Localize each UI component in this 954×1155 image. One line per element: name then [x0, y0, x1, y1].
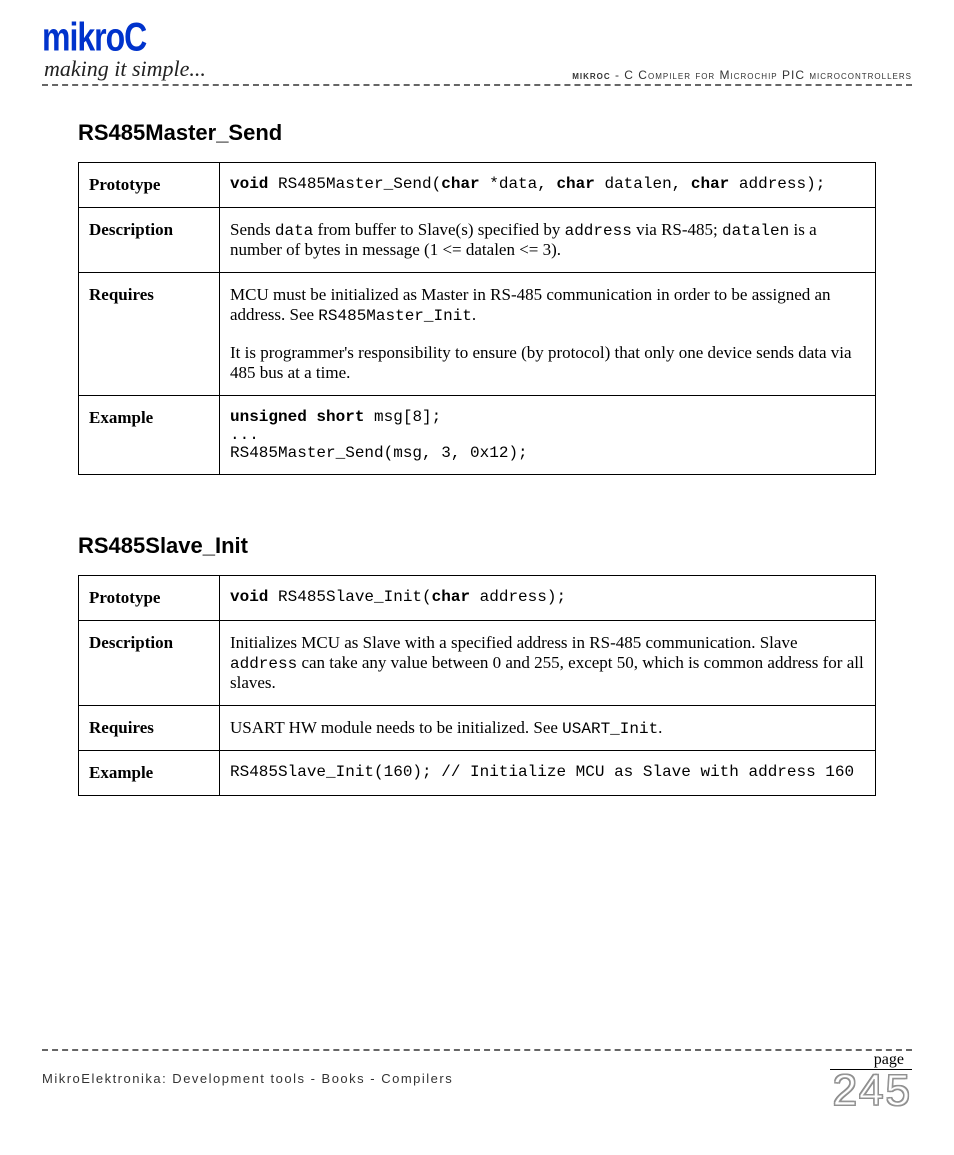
page-number-box: page 245 — [830, 1051, 912, 1113]
section-title-1: RS485Master_Send — [78, 120, 876, 146]
logo: mikroC — [42, 22, 146, 54]
row-label: Prototype — [79, 163, 220, 208]
page-number: 245 — [833, 1066, 912, 1115]
header-subtitle: mikroC - C Compiler for Microchip PIC mi… — [572, 68, 912, 82]
table-row: Example RS485Slave_Init(160); // Initial… — [79, 751, 876, 796]
function-table-2: Prototype void RS485Slave_Init(char addr… — [78, 575, 876, 796]
tagline: making it simple... — [44, 56, 206, 82]
table-row: Prototype void RS485Slave_Init(char addr… — [79, 576, 876, 621]
example-cell: RS485Slave_Init(160); // Initialize MCU … — [220, 751, 876, 796]
page-footer: MikroElektronika: Development tools - Bo… — [42, 1049, 912, 1113]
table-row: Description Initializes MCU as Slave wit… — [79, 621, 876, 706]
requires-cell: MCU must be initialized as Master in RS-… — [220, 273, 876, 396]
table-row: Prototype void RS485Master_Send(char *da… — [79, 163, 876, 208]
footer-text: MikroElektronika: Development tools - Bo… — [42, 1071, 453, 1086]
table-row: Requires MCU must be initialized as Mast… — [79, 273, 876, 396]
row-label: Description — [79, 621, 220, 706]
row-label: Example — [79, 751, 220, 796]
row-label: Example — [79, 396, 220, 475]
prototype-cell: void RS485Slave_Init(char address); — [220, 576, 876, 621]
function-table-1: Prototype void RS485Master_Send(char *da… — [78, 162, 876, 475]
requires-cell: USART HW module needs to be initialized.… — [220, 706, 876, 751]
section-title-2: RS485Slave_Init — [78, 533, 876, 559]
row-label: Requires — [79, 706, 220, 751]
row-label: Description — [79, 208, 220, 273]
description-cell: Sends data from buffer to Slave(s) speci… — [220, 208, 876, 273]
content: RS485Master_Send Prototype void RS485Mas… — [42, 86, 912, 796]
page-header: mikroC making it simple... mikroC - C Co… — [42, 28, 912, 86]
prototype-cell: void RS485Master_Send(char *data, char d… — [220, 163, 876, 208]
table-row: Description Sends data from buffer to Sl… — [79, 208, 876, 273]
table-row: Requires USART HW module needs to be ini… — [79, 706, 876, 751]
row-label: Requires — [79, 273, 220, 396]
row-label: Prototype — [79, 576, 220, 621]
table-row: Example unsigned short msg[8];...RS485Ma… — [79, 396, 876, 475]
description-cell: Initializes MCU as Slave with a specifie… — [220, 621, 876, 706]
example-cell: unsigned short msg[8];...RS485Master_Sen… — [220, 396, 876, 475]
